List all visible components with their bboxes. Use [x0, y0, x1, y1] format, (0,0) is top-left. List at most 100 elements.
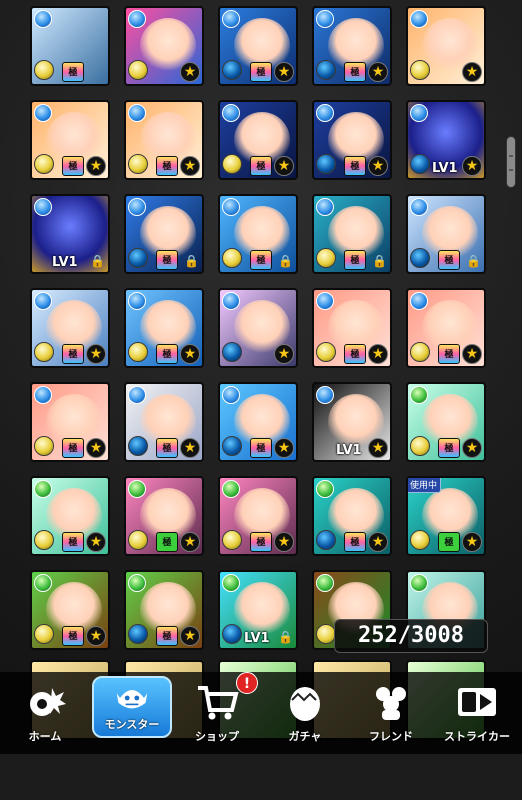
monster-card[interactable]: 極 ★ — [30, 288, 110, 368]
star-icon: ★ — [274, 344, 294, 364]
monster-card[interactable]: 極 ★ — [218, 100, 298, 180]
water-element-icon — [128, 386, 146, 404]
luck-skill-icon — [128, 624, 148, 644]
water-element-icon — [222, 10, 240, 28]
water-element-icon — [34, 292, 52, 310]
monster-card[interactable]: ★ — [124, 6, 204, 86]
water-element-icon — [128, 104, 146, 122]
nav-label-monster: モンスター — [104, 718, 160, 731]
luck-skill-icon — [316, 624, 336, 644]
lock-icon: 🔒 — [278, 254, 293, 268]
monster-card[interactable]: 極 ★ — [406, 288, 486, 368]
star-icon: ★ — [180, 438, 200, 458]
monster-card[interactable]: 極 ★ — [312, 476, 392, 556]
water-element-icon — [222, 198, 240, 216]
star-icon: ★ — [86, 532, 106, 552]
nav-item-striker[interactable]: ストライカー — [432, 678, 522, 750]
water-element-icon — [128, 292, 146, 310]
monster-card[interactable]: 極 — [30, 6, 110, 86]
water-element-icon — [316, 198, 334, 216]
monster-card[interactable]: 極 ★ — [218, 382, 298, 462]
monster-card[interactable]: 極 ★ — [406, 382, 486, 462]
nav-label-gacha: ガチャ — [288, 730, 322, 743]
egg-icon — [290, 687, 320, 721]
water-element-icon — [128, 198, 146, 216]
gokyo-badge: 極 — [438, 438, 460, 458]
luck-skill-icon — [222, 342, 242, 362]
bottom-nav-bar: ホーム モンスター ショップ ガチャ フレンド ストライカー — [0, 672, 522, 754]
monster-card[interactable]: 極 ★ — [312, 288, 392, 368]
gokyo-badge: 極 — [250, 532, 272, 552]
monster-card[interactable]: 極 ★ — [30, 570, 110, 650]
water-element-icon — [128, 10, 146, 28]
nav-item-gacha[interactable]: ガチャ — [260, 678, 350, 750]
star-icon: ★ — [274, 532, 294, 552]
luck-skill-icon — [34, 530, 54, 550]
monster-card[interactable]: 極 ★ — [124, 288, 204, 368]
gokyo-badge: 極 — [438, 344, 460, 364]
monster-card[interactable]: 極 ★ — [124, 100, 204, 180]
shop-notification-badge: ! — [236, 672, 258, 694]
water-element-icon — [316, 104, 334, 122]
luck-skill-icon — [34, 436, 54, 456]
luck-skill-icon — [316, 342, 336, 362]
nav-item-friend[interactable]: フレンド — [346, 678, 436, 750]
monster-card[interactable]: 極 ★ — [218, 6, 298, 86]
gokyo-badge: 極 — [62, 438, 84, 458]
gokyo-badge: 極 — [344, 344, 366, 364]
nav-item-home[interactable]: ホーム — [0, 678, 90, 750]
monster-card[interactable]: 極 ★ — [124, 570, 204, 650]
water-element-icon — [316, 10, 334, 28]
star-icon: ★ — [462, 156, 482, 176]
luck-skill-icon — [128, 60, 148, 80]
level-label: LV1 — [244, 631, 270, 646]
monster-card[interactable]: 極 ★ — [124, 476, 204, 556]
monster-card[interactable]: LV1 🔒 — [218, 570, 298, 650]
monster-card[interactable]: 極 🔒 — [406, 194, 486, 274]
nav-item-monster[interactable]: モンスター — [92, 676, 172, 738]
star-icon: ★ — [180, 344, 200, 364]
gokyo-badge: 極 — [156, 532, 178, 552]
gokyo-badge: 極 — [344, 532, 366, 552]
water-element-icon — [316, 292, 334, 310]
gokyo-badge: 極 — [62, 532, 84, 552]
wood-element-icon — [128, 480, 146, 498]
monster-card[interactable]: ★ — [406, 6, 486, 86]
monster-card[interactable]: 極 ★ — [218, 476, 298, 556]
monster-card[interactable]: 極 🔒 — [218, 194, 298, 274]
gokyo-badge: 極 — [156, 344, 178, 364]
star-icon: ★ — [180, 626, 200, 646]
luck-skill-icon — [222, 154, 242, 174]
scrollbar-thumb[interactable] — [506, 136, 516, 188]
monster-card[interactable]: 極 ★ — [124, 382, 204, 462]
water-element-icon — [410, 10, 428, 28]
monster-card[interactable]: 極 🔒 — [124, 194, 204, 274]
monster-card[interactable]: 極 ★ — [30, 100, 110, 180]
luck-skill-icon — [222, 530, 242, 550]
monster-card[interactable]: 極 ★ — [30, 476, 110, 556]
luck-skill-icon — [34, 154, 54, 174]
monster-card[interactable]: LV1 ★ — [312, 382, 392, 462]
gokyo-badge: 極 — [250, 156, 272, 176]
monster-card[interactable]: 極 ★ — [312, 100, 392, 180]
luck-skill-icon — [222, 624, 242, 644]
monster-card[interactable]: 極 🔒 — [312, 194, 392, 274]
star-icon: ★ — [180, 156, 200, 176]
gokyo-badge: 極 — [62, 156, 84, 176]
box-count-counter: 252/3008 — [334, 619, 488, 653]
monster-card[interactable]: 極 ★ — [30, 382, 110, 462]
water-element-icon — [34, 386, 52, 404]
luck-skill-icon — [410, 530, 430, 550]
monster-card[interactable]: LV1 🔒 — [30, 194, 110, 274]
luck-skill-icon — [410, 154, 430, 174]
gokyo-badge: 極 — [438, 250, 460, 270]
monster-card[interactable]: ★ — [218, 288, 298, 368]
monster-card[interactable]: 極 ★ — [312, 6, 392, 86]
luck-skill-icon — [128, 342, 148, 362]
star-icon: ★ — [274, 156, 294, 176]
star-icon: ★ — [86, 626, 106, 646]
luck-skill-icon — [316, 60, 336, 80]
monster-card[interactable]: LV1 ★ — [406, 100, 486, 180]
monster-card[interactable]: 使用中 極 ★ — [406, 476, 486, 556]
wood-element-icon — [34, 574, 52, 592]
